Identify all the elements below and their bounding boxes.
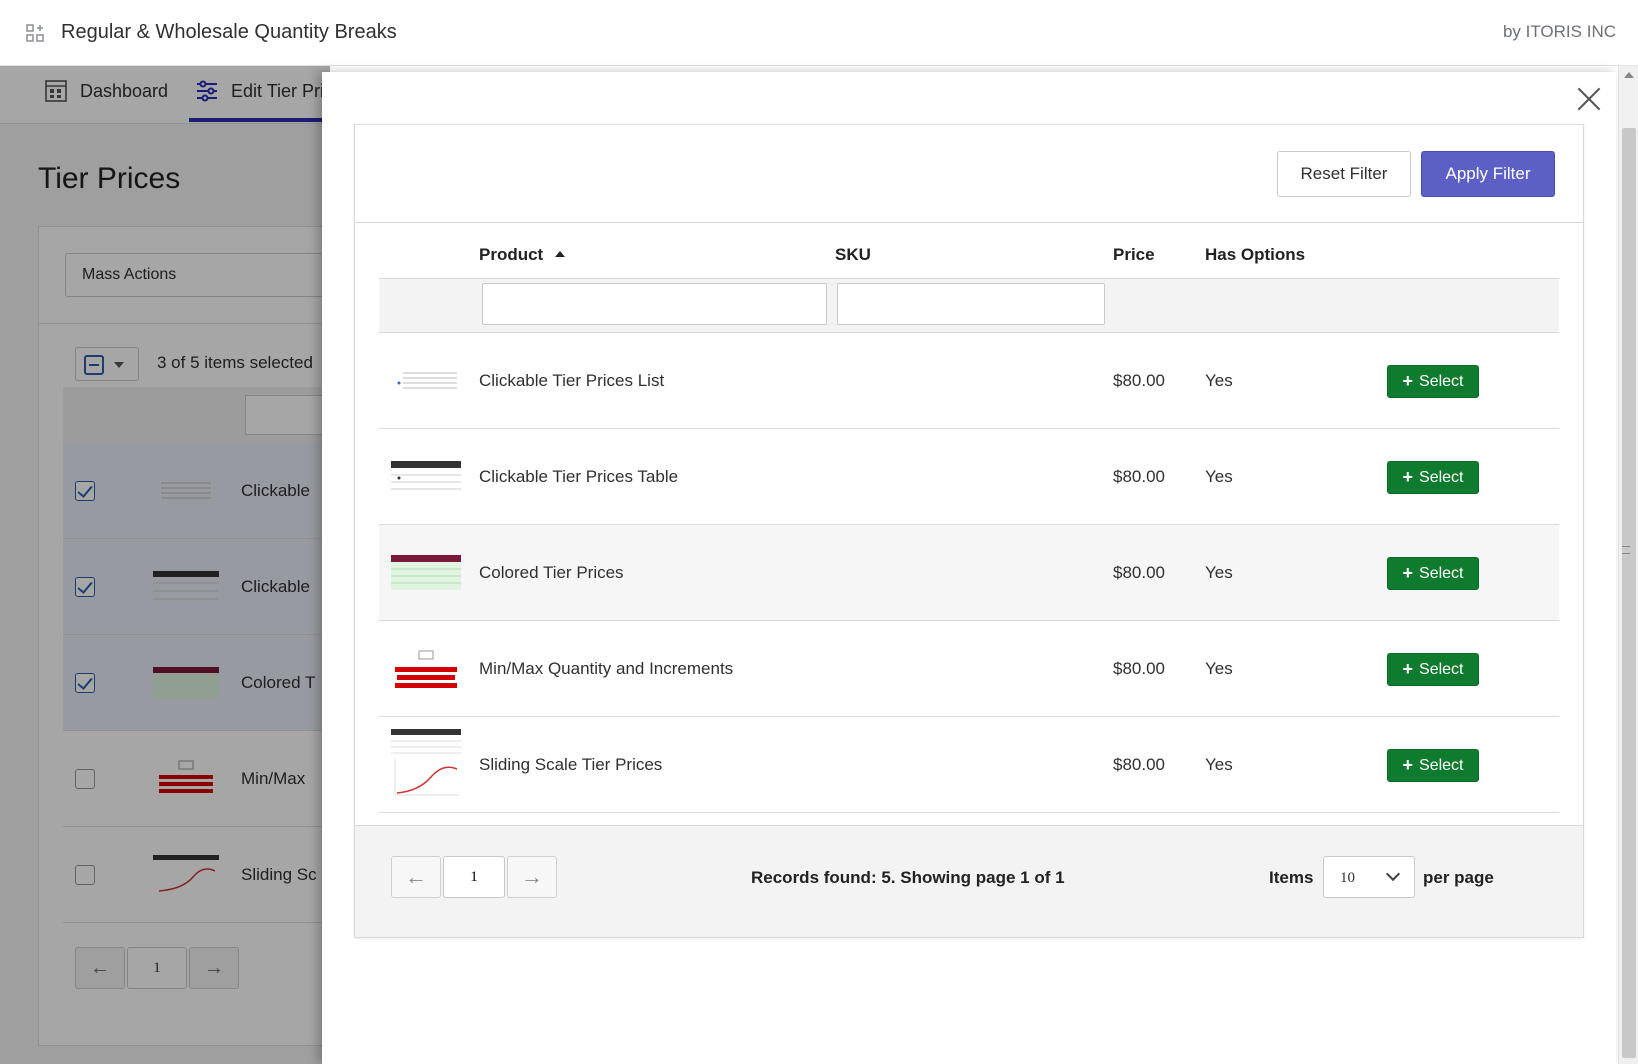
items-label: Items — [1269, 868, 1314, 887]
select-button[interactable]: + Select — [1387, 557, 1479, 590]
reset-filter-button[interactable]: Reset Filter — [1277, 151, 1411, 197]
product-thumbnail — [391, 461, 461, 490]
product-thumbnail — [397, 372, 457, 389]
plus-icon: + — [1402, 563, 1414, 583]
product-price: $80.00 — [1113, 659, 1165, 678]
page-number-input[interactable] — [443, 856, 505, 898]
plus-icon: + — [1402, 755, 1414, 775]
product-price: $80.00 — [1113, 371, 1165, 390]
scroll-thumb[interactable] — [1622, 128, 1636, 1058]
scroll-grip-icon — [1622, 546, 1630, 554]
column-header-has-options[interactable]: Has Options — [1205, 245, 1305, 265]
pagination: ← → — [391, 856, 557, 898]
product-filter-input[interactable] — [482, 283, 827, 325]
column-header-product-label: Product — [479, 245, 544, 264]
items-per-page-select[interactable]: 10 — [1323, 856, 1415, 898]
product-price: $80.00 — [1113, 467, 1165, 486]
table-row: Colored Tier Prices $80.00 Yes + Select — [379, 525, 1559, 621]
prev-page-button[interactable]: ← — [391, 856, 441, 898]
next-page-button[interactable]: → — [507, 856, 557, 898]
grid-footer: ← → Records found: 5. Showing page 1 of … — [355, 825, 1583, 937]
product-name: Sliding Scale Tier Prices — [479, 755, 663, 774]
filter-row — [379, 279, 1559, 333]
select-button[interactable]: + Select — [1387, 461, 1479, 494]
plus-icon: + — [1402, 467, 1414, 487]
filter-actions: Reset Filter Apply Filter — [355, 125, 1583, 223]
scroll-up-icon[interactable] — [1624, 72, 1634, 78]
per-page-label: per page — [1423, 868, 1494, 887]
items-per-page-value: 10 — [1340, 870, 1355, 886]
select-button[interactable]: + Select — [1387, 653, 1479, 686]
select-button-label: Select — [1419, 564, 1464, 582]
column-header-sku[interactable]: SKU — [835, 245, 871, 265]
modal-backdrop[interactable] — [0, 66, 330, 1064]
has-options-value: Yes — [1205, 659, 1233, 678]
select-button[interactable]: + Select — [1387, 365, 1479, 398]
scrollbar[interactable] — [1618, 66, 1638, 1064]
product-name: Colored Tier Prices — [479, 563, 624, 582]
table-row: Sliding Scale Tier Prices $80.00 Yes + Se… — [379, 717, 1559, 813]
select-button-label: Select — [1419, 468, 1464, 486]
has-options-value: Yes — [1205, 467, 1233, 486]
product-name: Clickable Tier Prices Table — [479, 467, 679, 486]
table-header: Product SKU Price Has Options — [379, 223, 1559, 279]
product-select-modal: Reset Filter Apply Filter Product SKU Pr… — [322, 72, 1616, 1064]
product-name: Min/Max Quantity and Increments — [479, 659, 734, 678]
apply-filter-button[interactable]: Apply Filter — [1421, 151, 1555, 197]
product-grid: Reset Filter Apply Filter Product SKU Pr… — [354, 124, 1584, 938]
column-header-price[interactable]: Price — [1113, 245, 1155, 265]
has-options-value: Yes — [1205, 755, 1233, 774]
product-thumbnail — [391, 729, 461, 796]
has-options-value: Yes — [1205, 563, 1233, 582]
apps-grid-icon[interactable] — [26, 24, 44, 42]
app-header: Regular & Wholesale Quantity Breaks by I… — [0, 0, 1638, 66]
select-button[interactable]: + Select — [1387, 749, 1479, 782]
app-title: Regular & Wholesale Quantity Breaks — [61, 21, 397, 43]
select-button-label: Select — [1419, 660, 1464, 678]
product-thumbnail — [391, 555, 461, 590]
records-summary: Records found: 5. Showing page 1 of 1 — [751, 868, 1065, 887]
column-header-product[interactable]: Product — [479, 245, 566, 265]
table-row: Min/Max Quantity and Increments $80.00 Y… — [379, 621, 1559, 717]
sort-asc-icon — [555, 251, 566, 257]
table-row: Clickable Tier Prices Table $80.00 Yes +… — [379, 429, 1559, 525]
table-row: Clickable Tier Prices List $80.00 Yes + S… — [379, 333, 1559, 429]
chevron-down-icon — [1385, 866, 1401, 882]
select-button-label: Select — [1419, 756, 1464, 774]
select-button-label: Select — [1419, 372, 1464, 390]
product-price: $80.00 — [1113, 755, 1165, 774]
close-icon[interactable] — [1576, 86, 1602, 112]
product-name: Clickable Tier Prices List — [479, 371, 665, 390]
product-price: $80.00 — [1113, 563, 1165, 582]
product-thumbnail — [395, 650, 457, 688]
plus-icon: + — [1402, 371, 1414, 391]
plus-icon: + — [1402, 659, 1414, 679]
has-options-value: Yes — [1205, 371, 1233, 390]
app-vendor: by ITORIS INC — [1502, 22, 1616, 41]
sku-filter-input[interactable] — [837, 283, 1105, 325]
